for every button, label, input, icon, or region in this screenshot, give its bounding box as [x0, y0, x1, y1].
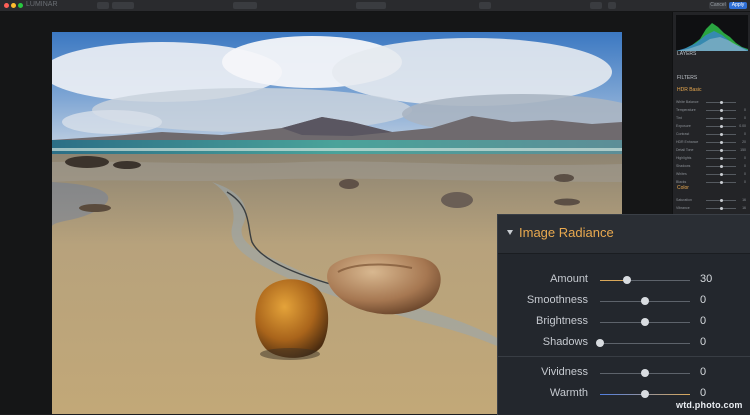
slider-knob[interactable]	[641, 390, 649, 398]
hdr-basic-section[interactable]: HDR Basic	[673, 86, 750, 94]
slider-label: Amount	[550, 273, 588, 285]
sidebar-slider-label: Contrast	[676, 132, 690, 136]
sidebar-slider-knob[interactable]	[720, 164, 723, 168]
slider-knob[interactable]	[641, 318, 649, 326]
sidebar-slider-row[interactable]: Whites 0	[676, 172, 748, 177]
sidebar-slider-row[interactable]: Highlights 0	[676, 156, 748, 161]
sidebar-slider-value: 0	[744, 132, 746, 136]
sidebar-slider-row[interactable]: White Balance	[676, 100, 748, 105]
slider-track[interactable]	[600, 343, 690, 344]
close-window-icon[interactable]	[4, 3, 9, 8]
histogram	[676, 15, 748, 51]
title-bar: LUMINAR Cancel Apply	[0, 0, 750, 12]
slider-knob[interactable]	[623, 276, 631, 284]
undo-history-button[interactable]	[356, 2, 386, 9]
sidebar-slider-row[interactable]: Exposure 0.00	[676, 124, 748, 129]
sidebar-slider-row[interactable]: Saturation 16	[676, 198, 748, 203]
sidebar-slider-knob[interactable]	[720, 140, 723, 144]
app-name: LUMINAR	[26, 1, 58, 8]
collapse-caret-icon[interactable]	[507, 230, 513, 235]
sidebar-slider-label: Shadows	[676, 164, 691, 168]
image-radiance-panel: Image Radiance Amount 30 Smoothness 0 Bright…	[497, 214, 750, 415]
sidebar-slider-label: White Balance	[676, 100, 699, 104]
sidebar-slider-knob[interactable]	[720, 198, 723, 202]
sidebar-slider-row[interactable]: Shadows 0	[676, 164, 748, 169]
sidebar-slider-knob[interactable]	[720, 148, 723, 152]
section-divider	[498, 356, 750, 357]
sidebar-slider-row[interactable]: Temperature 0	[676, 108, 748, 113]
sidebar-slider-label: Saturation	[676, 198, 692, 202]
sidebar-slider-value: 0.00	[739, 124, 746, 128]
layers-header[interactable]: LAYERS	[673, 50, 750, 58]
sidebar-slider-knob[interactable]	[720, 108, 723, 112]
sidebar-slider-label: Vibrance	[676, 206, 690, 210]
sidebar-slider-value: 16	[742, 198, 746, 202]
slider-label: Brightness	[536, 315, 588, 327]
watermark: wtd.photo.com	[676, 400, 743, 410]
sidebar-slider-label: Tint	[676, 116, 682, 120]
sidebar-slider-knob[interactable]	[720, 132, 723, 136]
slider-label: Vividness	[541, 366, 588, 378]
sidebar-slider-label: HDR Enhance	[676, 140, 699, 144]
cancel-button[interactable]: Cancel	[709, 2, 727, 9]
apply-button[interactable]: Apply	[729, 2, 747, 9]
sidebar-slider-label: Highlights	[676, 156, 692, 160]
sidebar-slider-row[interactable]: Vibrance 16	[676, 206, 748, 211]
sidebar-slider-value: 16	[742, 206, 746, 210]
slider-vividness[interactable]: Vividness 0	[498, 364, 750, 382]
slider-value: 0	[700, 336, 707, 348]
slider-label: Smoothness	[526, 294, 588, 306]
color-section[interactable]: Color	[673, 184, 750, 192]
slider-value: 0	[700, 315, 707, 327]
slider-brightness[interactable]: Brightness 0	[498, 313, 750, 331]
sidebar-slider-label: Temperature	[676, 108, 696, 112]
sidebar-slider-label: Whites	[676, 172, 687, 176]
zoom-menu-button[interactable]	[97, 2, 109, 9]
sidebar-slider-value: 20	[742, 140, 746, 144]
sidebar-slider-label: Detail Tone	[676, 148, 694, 152]
slider-label: Shadows	[542, 336, 588, 348]
slider-shadows[interactable]: Shadows 0	[498, 334, 750, 352]
sidebar-slider-value: 150	[740, 148, 746, 152]
view-mode-button[interactable]	[112, 2, 134, 9]
sidebar-slider-knob[interactable]	[720, 116, 723, 120]
share-icon[interactable]	[608, 2, 616, 9]
slider-value: 30	[700, 273, 713, 285]
sidebar-slider-row[interactable]: Contrast 0	[676, 132, 748, 137]
panel-title: Image Radiance	[519, 225, 614, 240]
sidebar-slider-label: Exposure	[676, 124, 691, 128]
sidebar-slider-value: 0	[744, 156, 746, 160]
slider-label: Warmth	[549, 387, 588, 399]
slider-smoothness[interactable]: Smoothness 0	[498, 292, 750, 310]
slider-value: 0	[700, 294, 707, 306]
compare-button[interactable]	[233, 2, 257, 9]
slider-knob[interactable]	[596, 339, 604, 347]
panel-toggle-button[interactable]	[590, 2, 602, 9]
sidebar-slider-value: 0	[744, 108, 746, 112]
sidebar-slider-knob[interactable]	[720, 100, 723, 104]
sidebar-slider-value: 0	[744, 164, 746, 168]
slider-amount[interactable]: Amount 30	[498, 271, 750, 289]
slider-value: 0	[700, 387, 707, 399]
sidebar-slider-knob[interactable]	[720, 172, 723, 176]
crop-tool-button[interactable]	[479, 2, 491, 9]
filters-header[interactable]: FILTERS	[673, 74, 750, 82]
slider-knob[interactable]	[641, 369, 649, 377]
panel-header[interactable]: Image Radiance	[498, 215, 750, 254]
slider-knob[interactable]	[641, 297, 649, 305]
sidebar-slider-knob[interactable]	[720, 206, 723, 210]
sidebar-slider-knob[interactable]	[720, 156, 723, 160]
sidebar-slider-value: 0	[744, 116, 746, 120]
sidebar-slider-row[interactable]: Detail Tone 150	[676, 148, 748, 153]
slider-value: 0	[700, 366, 707, 378]
sidebar-slider-row[interactable]: HDR Enhance 20	[676, 140, 748, 145]
sidebar-slider-value: 0	[744, 172, 746, 176]
sidebar-slider-knob[interactable]	[720, 124, 723, 128]
minimize-window-icon[interactable]	[11, 3, 16, 8]
sidebar-slider-row[interactable]: Tint 0	[676, 116, 748, 121]
zoom-window-icon[interactable]	[18, 3, 23, 8]
